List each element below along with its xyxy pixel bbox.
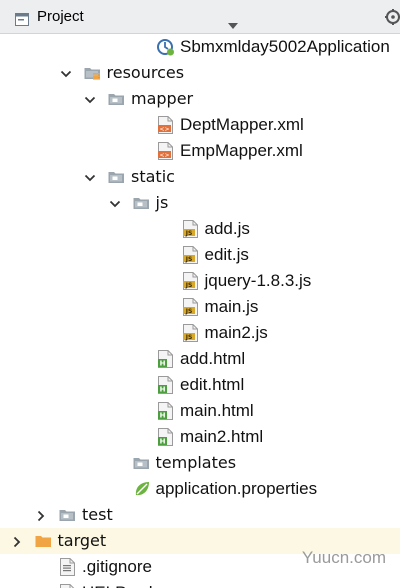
js-file-icon: JS — [182, 246, 199, 264]
tree-item-label: templates — [155, 453, 237, 472]
svg-text:H: H — [160, 438, 166, 446]
tree-item[interactable]: JS jquery-1.8.3.js — [0, 268, 400, 294]
project-tool-window-header: Project — [0, 0, 400, 34]
tree-item[interactable]: M HELP.md — [0, 580, 400, 588]
project-tree: Sbmxmlday5002Application resources mapper <… — [0, 34, 400, 588]
tree-item[interactable]: JS main.js — [0, 294, 400, 320]
tree-item[interactable]: test — [0, 502, 400, 528]
html-file-icon: H — [157, 376, 174, 394]
tree-item-label: mapper — [131, 89, 194, 108]
tree-item-label: application.properties — [155, 479, 318, 498]
chevron-down-icon[interactable] — [84, 92, 96, 106]
tree-item-label: main.js — [204, 297, 259, 316]
svg-text:<>: <> — [159, 126, 169, 133]
tree-item[interactable]: application.properties — [0, 476, 400, 502]
tree-item-label: edit.html — [180, 375, 245, 394]
tree-item-label: test — [82, 505, 113, 524]
chevron-down-icon[interactable] — [109, 196, 121, 210]
svg-text:JS: JS — [184, 256, 192, 263]
tree-item-label: HELP.md — [82, 583, 153, 588]
chevron-right-icon[interactable] — [35, 508, 47, 522]
svg-text:JS: JS — [184, 282, 192, 289]
folder-icon — [133, 194, 150, 212]
svg-text:H: H — [160, 386, 166, 394]
tree-item[interactable]: JS add.js — [0, 216, 400, 242]
tree-item-label: static — [131, 167, 175, 186]
folder-icon — [108, 168, 125, 186]
tree-item[interactable]: JS main2.js — [0, 320, 400, 346]
tree-item[interactable]: Hadd.html — [0, 346, 400, 372]
js-file-icon: JS — [182, 324, 199, 342]
tree-item-label: js — [155, 193, 169, 212]
tree-item-label: main.html — [180, 401, 254, 420]
watermark: Yuucn.com — [301, 548, 386, 567]
folder-icon — [133, 454, 150, 472]
gear-icon[interactable] — [385, 9, 400, 29]
spring-boot-app-icon — [157, 38, 174, 56]
tree-item[interactable]: js — [0, 190, 400, 216]
svg-text:JS: JS — [184, 334, 192, 341]
tree-item[interactable]: Sbmxmlday5002Application — [0, 34, 400, 60]
tree-item[interactable]: <> EmpMapper.xml — [0, 138, 400, 164]
triangle-down-icon[interactable] — [228, 15, 238, 34]
properties-file-icon — [133, 480, 150, 498]
text-file-icon — [59, 558, 76, 576]
js-file-icon: JS — [182, 298, 199, 316]
html-file-icon: H — [157, 350, 174, 368]
tree-item-label: .gitignore — [82, 557, 152, 576]
tree-item[interactable]: resources — [0, 60, 400, 86]
project-window-icon — [15, 11, 29, 30]
svg-text:JS: JS — [184, 230, 192, 237]
tree-item-label: resources — [106, 63, 185, 82]
tree-item-label: Sbmxmlday5002Application — [180, 37, 390, 56]
tree-item-label: DeptMapper.xml — [180, 115, 304, 134]
html-file-icon: H — [157, 428, 174, 446]
js-file-icon: JS — [182, 272, 199, 290]
svg-text:H: H — [160, 360, 166, 368]
chevron-down-icon[interactable] — [84, 170, 96, 184]
markdown-file-icon: M — [59, 584, 76, 588]
chevron-right-icon[interactable] — [11, 534, 23, 548]
xml-file-icon: <> — [157, 142, 174, 160]
tree-item[interactable]: mapper — [0, 86, 400, 112]
tree-item-label: main2.js — [204, 323, 268, 342]
svg-text:H: H — [160, 412, 166, 420]
js-file-icon: JS — [182, 220, 199, 238]
tree-item[interactable]: Hmain2.html — [0, 424, 400, 450]
folder-icon — [108, 90, 125, 108]
tree-item-label: add.html — [180, 349, 246, 368]
chevron-down-icon[interactable] — [60, 66, 72, 80]
orange-folder-icon — [35, 532, 52, 550]
tree-item-label: jquery-1.8.3.js — [204, 271, 312, 290]
tree-item[interactable]: Hmain.html — [0, 398, 400, 424]
html-file-icon: H — [157, 402, 174, 420]
tree-item[interactable]: <> DeptMapper.xml — [0, 112, 400, 138]
tree-item-label: main2.html — [180, 427, 264, 446]
tree-item-label: target — [57, 531, 107, 550]
tree-item-label: EmpMapper.xml — [180, 141, 303, 160]
resources-folder-icon — [84, 64, 101, 82]
tree-item-label: edit.js — [204, 245, 249, 264]
tree-item-label: add.js — [204, 219, 250, 238]
tree-item[interactable]: Hedit.html — [0, 372, 400, 398]
tree-item[interactable]: static — [0, 164, 400, 190]
svg-text:<>: <> — [159, 152, 169, 159]
svg-text:JS: JS — [184, 308, 192, 315]
xml-file-icon: <> — [157, 116, 174, 134]
tree-item[interactable]: templates — [0, 450, 400, 476]
tree-item[interactable]: JS edit.js — [0, 242, 400, 268]
folder-icon — [59, 506, 76, 524]
panel-title[interactable]: Project — [37, 8, 84, 25]
